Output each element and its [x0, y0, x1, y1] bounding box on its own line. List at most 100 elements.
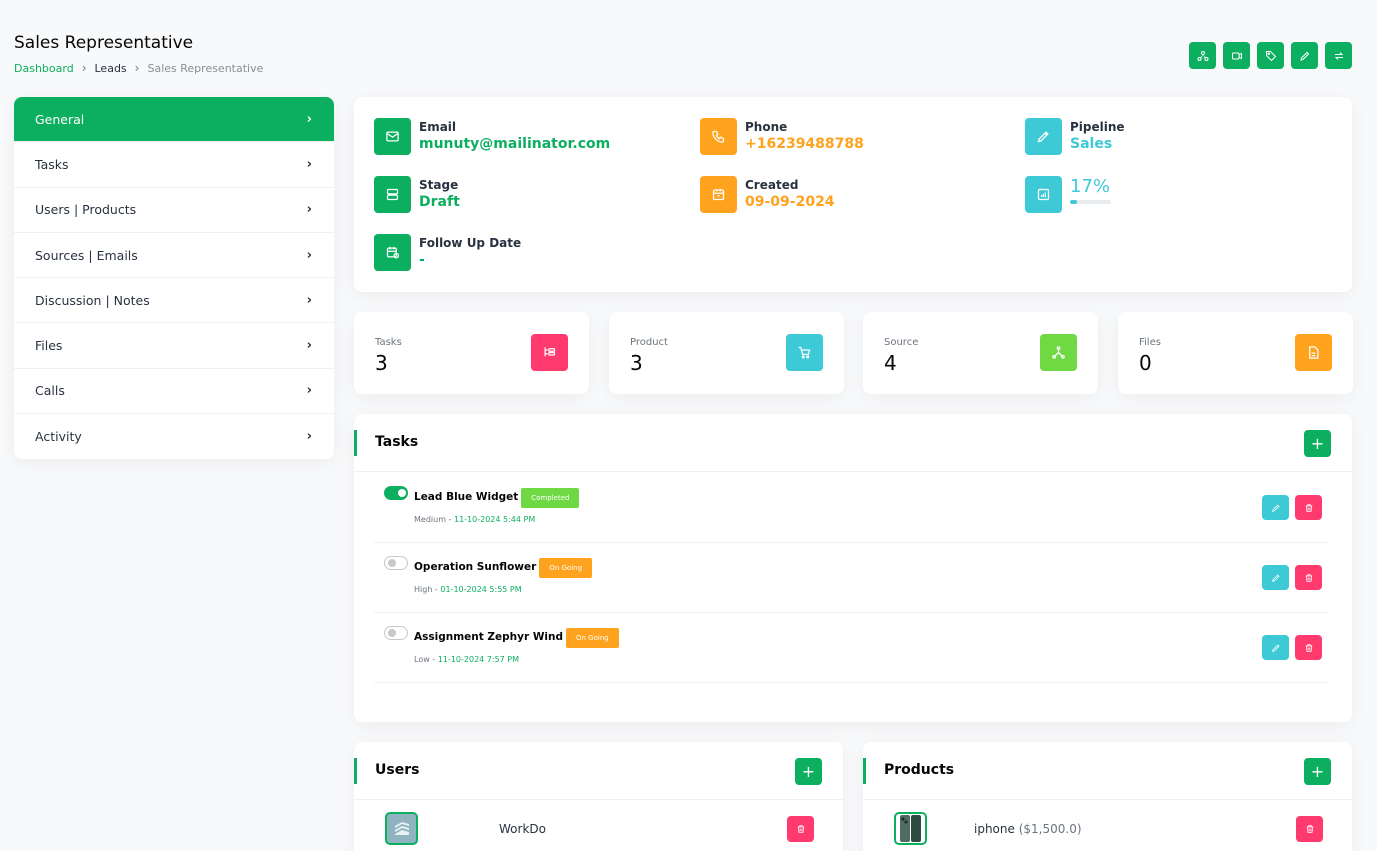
chevron-right-icon: ›: [306, 156, 312, 172]
network-icon: [1040, 334, 1077, 371]
sidebar-item-calls[interactable]: Calls ›: [14, 369, 334, 415]
list-item: iphone ($1,500.0): [863, 812, 1352, 846]
user-name: WorkDo: [499, 822, 546, 836]
share-button[interactable]: [1189, 42, 1216, 69]
stat-value: 4: [884, 351, 897, 375]
lead-info-card: Email munuty@mailinator.com Phone +1623948…: [354, 97, 1352, 292]
task-row: Operation Sunflower On Going High - 01-10…: [374, 543, 1329, 613]
accent-bar: [354, 430, 357, 456]
stage-info: Stage Draft: [374, 176, 460, 213]
product-price: ($1,500.0): [1018, 822, 1082, 836]
edit-button[interactable]: [1291, 42, 1318, 69]
created-value: 09-09-2024: [745, 194, 835, 210]
progress-fill: [1070, 200, 1077, 204]
pencil-icon: [1025, 118, 1062, 155]
sidebar-item-activity[interactable]: Activity ›: [14, 414, 334, 459]
trash-icon: [1306, 825, 1313, 833]
breadcrumb-dashboard[interactable]: Dashboard: [14, 62, 74, 75]
delete-task-button[interactable]: [1295, 635, 1322, 660]
delete-product-button[interactable]: [1296, 816, 1323, 842]
add-user-button[interactable]: +: [795, 758, 822, 785]
phone-value: +16239488788: [745, 136, 864, 152]
stage-label: Stage: [419, 178, 459, 192]
server-icon: [374, 176, 411, 213]
add-task-button[interactable]: +: [1304, 430, 1331, 457]
stat-card-source: Source 4: [863, 312, 1098, 394]
stat-value: 3: [630, 351, 643, 375]
task-status-toggle[interactable]: [384, 556, 408, 570]
list-check-icon: [531, 334, 568, 371]
edit-icon: [1299, 51, 1309, 61]
stat-label: Product: [630, 337, 668, 348]
trash-icon: [1305, 503, 1312, 512]
edit-task-button[interactable]: [1262, 495, 1289, 520]
pipeline-value: Sales: [1070, 136, 1113, 152]
chevron-right-icon: ›: [306, 247, 312, 263]
stat-card-files: Files 0: [1118, 312, 1353, 394]
convert-button[interactable]: [1325, 42, 1352, 69]
trash-icon: [1305, 643, 1312, 652]
status-badge: Completed: [521, 488, 580, 508]
created-info: Created 09-09-2024: [700, 176, 835, 213]
product-name: iphone ($1,500.0): [974, 822, 1082, 836]
breadcrumb-leads[interactable]: Leads: [95, 62, 127, 75]
task-status-toggle[interactable]: [384, 626, 408, 640]
sidebar-item-general[interactable]: General ›: [14, 97, 334, 143]
stat-value: 3: [375, 351, 388, 375]
stat-label: Source: [884, 337, 919, 348]
email-label: Email: [419, 120, 457, 134]
video-icon: [1231, 52, 1242, 59]
users-title: Users: [375, 762, 420, 778]
sidebar-item-files[interactable]: Files ›: [14, 323, 334, 369]
phone-info: Phone +16239488788: [700, 118, 864, 155]
status-badge: On Going: [539, 558, 593, 578]
chevron-right-icon: ›: [306, 338, 312, 354]
products-header: Products +: [863, 742, 1352, 800]
pencil-icon: [1271, 503, 1280, 512]
tag-button[interactable]: [1257, 42, 1284, 69]
delete-user-button[interactable]: [787, 816, 814, 842]
sidebar-item-label: Files: [35, 338, 63, 354]
sidebar-item-sources-emails[interactable]: Sources | Emails ›: [14, 233, 334, 279]
trash-icon: [797, 825, 804, 833]
task-name[interactable]: Assignment Zephyr Wind: [414, 631, 563, 643]
convert-icon: [1334, 51, 1343, 60]
sidebar-item-label: General: [35, 111, 85, 127]
task-name[interactable]: Lead Blue Widget: [414, 491, 518, 503]
add-product-button[interactable]: +: [1304, 758, 1331, 785]
calendar-icon: [700, 176, 737, 213]
sidebar-item-users-products[interactable]: Users | Products ›: [14, 188, 334, 233]
pipeline-label: Pipeline: [1070, 120, 1125, 134]
edit-task-button[interactable]: [1262, 565, 1289, 590]
progress-bar: [1070, 200, 1111, 204]
tasks-card: Tasks + Lead Blue Widget Completed Medium…: [354, 414, 1352, 722]
stat-card-tasks: Tasks 3: [354, 312, 589, 394]
task-date: 11-10-2024 5:44 PM: [453, 515, 536, 524]
delete-task-button[interactable]: [1295, 495, 1322, 520]
accent-bar: [863, 758, 866, 784]
task-priority: Medium: [414, 515, 446, 524]
phone-icon: [700, 118, 737, 155]
task-name[interactable]: Operation Sunflower: [414, 561, 536, 573]
delete-task-button[interactable]: [1295, 565, 1322, 590]
chevron-right-icon: ›: [81, 61, 87, 75]
stat-card-product: Product 3: [609, 312, 844, 394]
sidebar-item-discussion-notes[interactable]: Discussion | Notes ›: [14, 278, 334, 324]
share-icon: [1197, 50, 1208, 61]
progress-info: 17%: [1025, 176, 1111, 213]
sidebar-item-label: Activity: [35, 429, 82, 445]
chevron-right-icon: ›: [306, 429, 312, 445]
calendar-clock-icon: [374, 234, 411, 271]
sidebar-item-tasks[interactable]: Tasks ›: [14, 142, 334, 188]
product-title: iphone: [974, 822, 1015, 836]
products-title: Products: [884, 762, 955, 778]
chevron-right-icon: ›: [306, 202, 312, 218]
task-status-toggle[interactable]: [384, 486, 408, 500]
stat-label: Files: [1139, 337, 1161, 348]
email-info: Email munuty@mailinator.com: [374, 118, 610, 155]
sidebar-item-label: Calls: [35, 383, 65, 399]
edit-task-button[interactable]: [1262, 635, 1289, 660]
chart-bar-icon: [1025, 176, 1062, 213]
video-call-button[interactable]: [1223, 42, 1250, 69]
email-value: munuty@mailinator.com: [419, 136, 611, 152]
